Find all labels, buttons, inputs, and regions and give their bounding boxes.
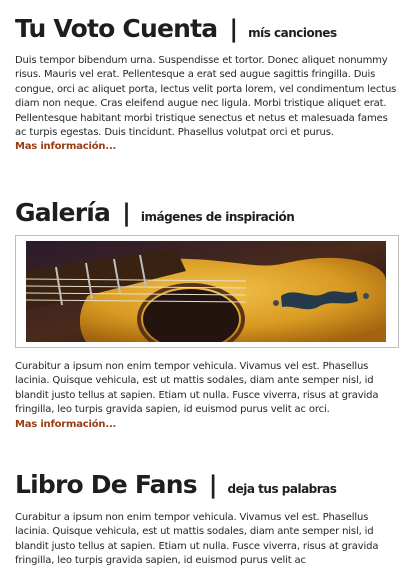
section-heading: Galería | imágenes de inspiración [15, 198, 400, 227]
section-body-text: Curabitur a ipsum non enim tempor vehicu… [15, 361, 379, 416]
more-info-link[interactable]: Mas información... [15, 418, 400, 432]
section-heading: Libro De Fans | deja tus palabras [15, 470, 400, 499]
section-tu-voto-cuenta: Tu Voto Cuenta | mís canciones Duis temp… [15, 14, 400, 154]
heading-separator: | [229, 15, 239, 43]
gallery-image-frame [15, 235, 399, 348]
section-title: Tu Voto Cuenta [15, 14, 218, 43]
heading-separator: | [208, 471, 218, 499]
section-heading: Tu Voto Cuenta | mís canciones [15, 14, 400, 43]
section-title: Libro De Fans [15, 470, 198, 499]
section-galeria: Galería | imágenes de inspiración [15, 198, 400, 227]
section-title: Galería [15, 198, 111, 227]
page: Tu Voto Cuenta | mís canciones Duis temp… [0, 0, 414, 569]
gallery-guitar-image[interactable] [26, 241, 386, 342]
section-body-text: Duis tempor bibendum urna. Suspendisse e… [15, 55, 397, 139]
section-subtitle: imágenes de inspiración [140, 210, 295, 224]
guitar-image [26, 241, 386, 342]
section-subtitle: deja tus palabras [227, 482, 337, 496]
section-galeria-text: Curabitur a ipsum non enim tempor vehicu… [15, 360, 400, 432]
more-info-link[interactable]: Mas información... [15, 140, 400, 154]
section-body-text: Curabitur a ipsum non enim tempor vehicu… [15, 512, 379, 567]
section-libro-de-fans: Libro De Fans | deja tus palabras Curabi… [15, 470, 400, 569]
heading-separator: | [122, 199, 131, 227]
section-subtitle: mís canciones [248, 26, 337, 40]
